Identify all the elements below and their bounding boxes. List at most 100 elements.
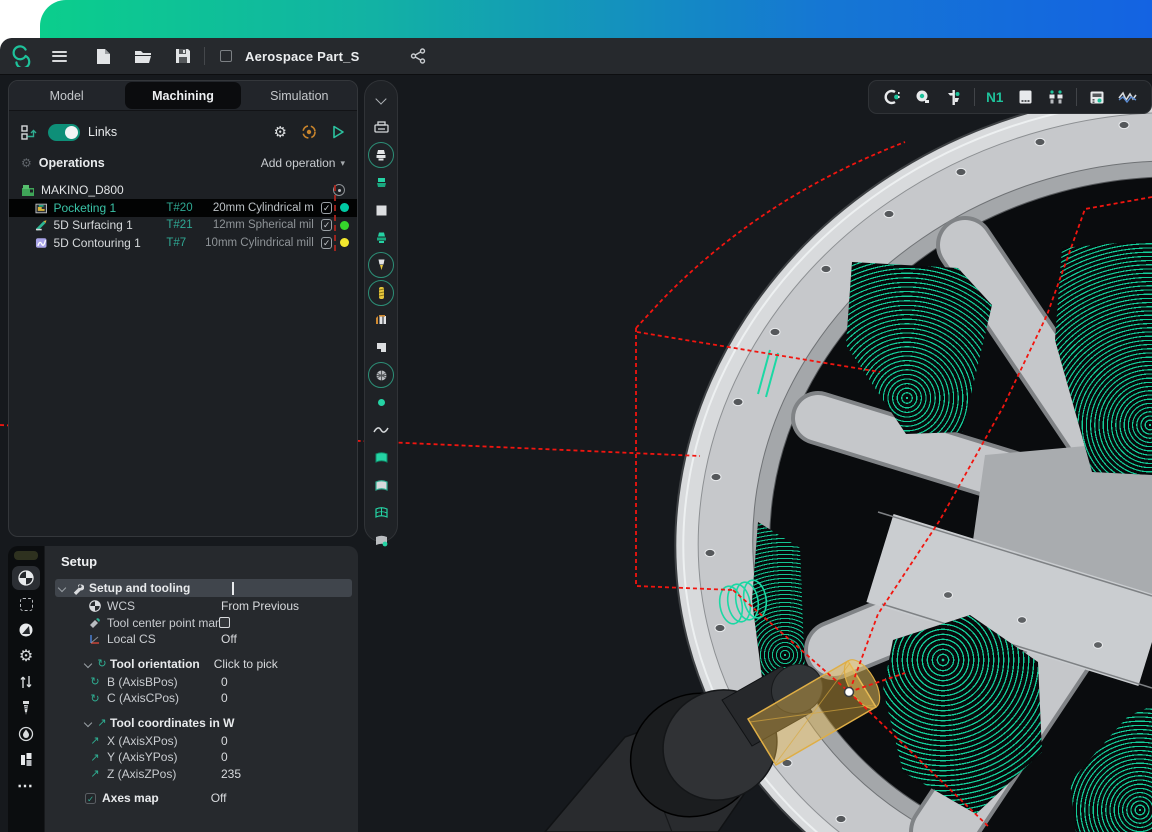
surface-mesh-icon[interactable] <box>368 500 394 526</box>
tool-pair-icon[interactable] <box>1043 84 1070 110</box>
machine-row[interactable]: MAKINO_D800 <box>9 181 357 199</box>
calculator-icon[interactable] <box>1084 84 1111 110</box>
setup-properties: Setup Setup and tooling WCS From Previou… <box>44 546 358 832</box>
strip-handle[interactable] <box>14 551 38 560</box>
settings-icon[interactable]: ⚙ <box>12 644 40 668</box>
operation-row-contouring[interactable]: 5D Contouring 1 T#7 10mm Cylindrical mil… <box>9 234 357 252</box>
status-dot <box>340 220 349 230</box>
open-file-icon[interactable] <box>128 43 158 69</box>
local-cs-icon <box>90 635 99 644</box>
group-tool-coordinates[interactable]: ↗ Tool coordinates in W <box>55 714 352 732</box>
save-icon[interactable] <box>168 43 198 69</box>
coolant-icon[interactable] <box>12 722 40 746</box>
menu-icon[interactable] <box>44 43 74 69</box>
tcp-checkbox[interactable] <box>219 617 230 629</box>
operation-row-pocketing[interactable]: Pocketing 1 T#20 20mm Cylindrical m ✓ <box>9 199 357 217</box>
tool-holder-icon[interactable] <box>368 142 394 168</box>
settings-gear-icon[interactable]: ⚙ <box>274 125 287 140</box>
row-axis-z[interactable]: ↗ Z (AxisZPos) 235 <box>45 766 358 783</box>
machine-view-icon[interactable] <box>368 115 394 141</box>
contouring-icon <box>35 237 47 248</box>
window-gradient-strip <box>40 0 1152 42</box>
status-dot <box>340 238 349 248</box>
row-axis-c[interactable]: ↻ C (AxisCPos) 0 <box>45 690 358 707</box>
collapse-chevron-icon[interactable] <box>368 87 394 113</box>
row-axis-y[interactable]: ↗ Y (AxisYPos) 0 <box>45 749 358 766</box>
die-icon[interactable] <box>368 335 394 361</box>
drill-tool-icon[interactable] <box>12 696 40 720</box>
row-axis-x[interactable]: ↗ X (AxisXPos) 0 <box>45 733 358 750</box>
wcs-icon[interactable] <box>12 566 40 590</box>
axis-diagonal-icon: ↗ <box>90 735 100 748</box>
rotate-icon: ↻ <box>97 658 107 670</box>
travel-limits-icon[interactable] <box>12 670 40 694</box>
group-axes-map[interactable]: ✓ Axes map Off <box>55 789 352 807</box>
operation-row-surfacing[interactable]: 5D Surfacing 1 T#21 12mm Spherical mil ✓ <box>9 217 357 235</box>
probe-icon[interactable] <box>910 84 937 110</box>
backplot-icon[interactable] <box>1012 84 1039 110</box>
rotate-icon: ↻ <box>90 676 100 689</box>
axes-map-checkbox[interactable]: ✓ <box>85 792 96 804</box>
curve-icon[interactable] <box>368 417 394 443</box>
tool-shank-icon[interactable] <box>368 279 394 306</box>
status-dot <box>340 203 349 213</box>
optimize-target-icon[interactable] <box>301 124 317 140</box>
axis-diagonal-icon: ↗ <box>90 768 100 781</box>
row-local-cs[interactable]: Local CS Off <box>45 631 358 648</box>
helix-toolpath <box>718 349 779 625</box>
operations-gear-icon: ⚙ <box>21 156 32 170</box>
cutting-tool-icon[interactable] <box>368 252 394 278</box>
surface-light-icon[interactable] <box>368 472 394 498</box>
clamp-icon[interactable] <box>368 307 394 333</box>
caret-down-icon: ▾ <box>340 157 345 168</box>
pocketing-icon <box>35 203 47 214</box>
stock-icon[interactable] <box>368 170 394 196</box>
app-logo-icon[interactable] <box>6 43 36 69</box>
row-axis-b[interactable]: ↻ B (AxisBPos) 0 <box>45 674 358 691</box>
visibility-checkbox[interactable]: ✓ <box>320 219 333 232</box>
caliper-icon[interactable] <box>940 84 967 110</box>
rotate-icon: ↻ <box>90 692 100 705</box>
group-tool-orientation[interactable]: ↻ Tool orientation Click to pick <box>55 655 352 673</box>
mesh-sphere-icon[interactable] <box>368 362 394 388</box>
links-row: Links ⚙ <box>9 117 357 147</box>
plane-icon[interactable] <box>368 197 394 223</box>
document-icon[interactable] <box>211 43 241 69</box>
tab-machining[interactable]: Machining <box>125 82 241 109</box>
chevron-down-icon <box>83 718 93 727</box>
analysis-toolbar: N1 <box>868 80 1152 114</box>
group-setup-and-tooling[interactable]: Setup and tooling <box>55 579 352 597</box>
tab-model[interactable]: Model <box>9 81 124 110</box>
machining-panel: Model Machining Simulation Links ⚙ ⚙ Ope… <box>8 80 358 537</box>
row-wcs[interactable]: WCS From Previous <box>45 598 358 615</box>
c-axis-icon[interactable] <box>879 84 906 110</box>
add-operation-button[interactable]: Add operation ▾ <box>261 156 345 170</box>
new-file-icon[interactable] <box>88 43 118 69</box>
edit-cursor <box>232 581 234 595</box>
mode-tabs: Model Machining Simulation <box>9 81 357 111</box>
visibility-checkbox[interactable]: ✓ <box>320 201 333 214</box>
fixture-icon[interactable] <box>368 225 394 251</box>
surfacing-icon <box>35 220 47 231</box>
links-toggle[interactable] <box>48 123 80 141</box>
surface-teal-icon[interactable] <box>368 445 394 471</box>
point-icon[interactable] <box>368 390 394 416</box>
tool-holder-block-icon[interactable] <box>12 748 40 772</box>
link-nodes-icon <box>21 124 37 140</box>
compass-icon[interactable] <box>12 618 40 642</box>
geometry-toolbar <box>364 80 398 546</box>
more-icon[interactable]: ⋯ <box>12 774 40 798</box>
visibility-checkbox[interactable]: ✓ <box>320 236 333 249</box>
machine-icon <box>22 184 34 196</box>
tab-simulation[interactable]: Simulation <box>242 81 357 110</box>
axis-diagonal-icon: ↗ <box>90 751 100 764</box>
surface-face-icon[interactable] <box>368 527 394 553</box>
nc-code-icon[interactable]: N1 <box>981 84 1008 110</box>
wcs-small-icon <box>89 600 101 613</box>
row-tool-center-point[interactable]: Tool center point man <box>45 615 358 632</box>
wrench-icon <box>73 583 84 595</box>
analysis-graph-icon[interactable] <box>1115 84 1142 110</box>
selection-icon[interactable] <box>12 592 40 616</box>
run-play-icon[interactable] <box>331 125 345 139</box>
share-icon[interactable] <box>403 43 433 69</box>
